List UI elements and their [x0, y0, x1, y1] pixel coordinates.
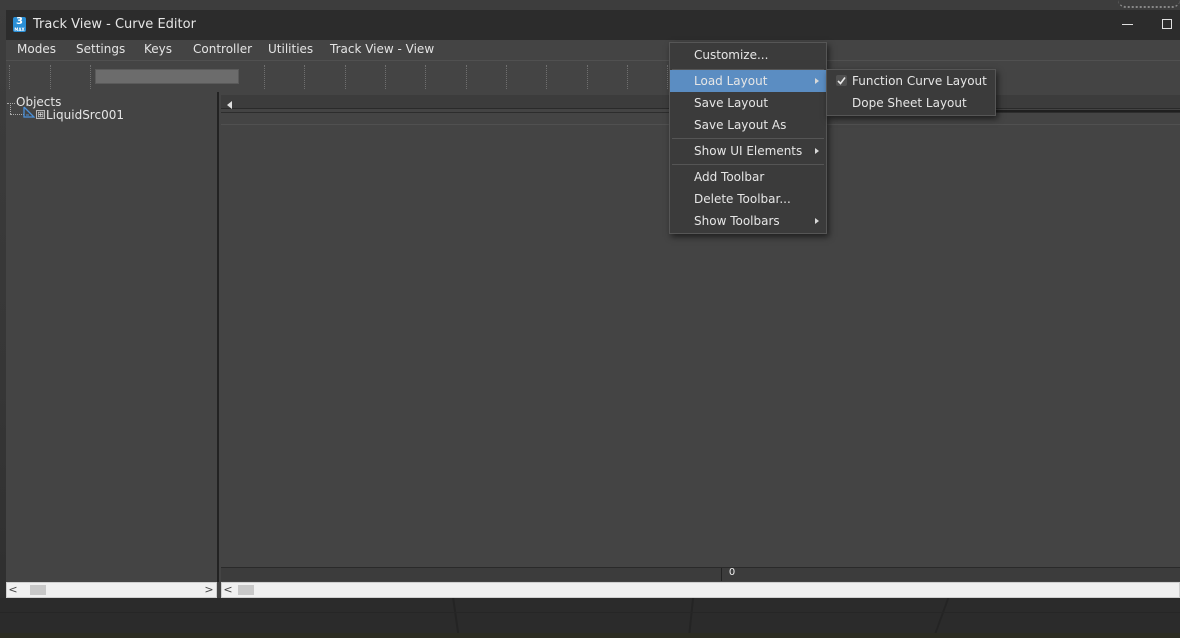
- scroll-left-icon[interactable]: <: [7, 583, 19, 597]
- collapse-arrow-icon[interactable]: [227, 101, 232, 109]
- app-logo-subtext: MAX: [14, 27, 25, 32]
- menu-item-label: Show UI Elements: [694, 144, 803, 158]
- minimize-icon[interactable]: [1118, 14, 1138, 34]
- menu-item-label: Save Layout As: [694, 118, 787, 132]
- toolbar-separator[interactable]: [304, 65, 305, 89]
- viewport-floor: [0, 598, 1180, 638]
- menu-item-label: Load Layout: [694, 74, 768, 88]
- submenu-arrow-icon: [815, 218, 819, 224]
- maximize-icon[interactable]: [1156, 14, 1176, 34]
- curve-horizontal-scrollbar[interactable]: <: [221, 582, 1180, 598]
- menu-utilities[interactable]: Utilities: [268, 42, 313, 56]
- toolbar-separator[interactable]: [9, 65, 10, 89]
- toolbar-separator[interactable]: [385, 65, 386, 89]
- toolbar-separator[interactable]: [425, 65, 426, 89]
- controller-window: Objects ⊞ LiquidSrc001: [6, 92, 218, 582]
- menu-modes[interactable]: Modes: [17, 42, 56, 56]
- track-view-window: 3 MAX Track View - Curve Editor Modes Se…: [6, 10, 1180, 598]
- scroll-thumb[interactable]: [30, 585, 46, 595]
- app-logo-number: 3: [16, 16, 23, 27]
- menu-item-label: Add Toolbar: [694, 170, 765, 184]
- toolbar-separator[interactable]: [345, 65, 346, 89]
- menu-item-show-ui-elements[interactable]: Show UI Elements: [670, 140, 826, 162]
- toolbar-separator[interactable]: [506, 65, 507, 89]
- toolbar-separator[interactable]: [667, 65, 668, 89]
- tree-item-liquidsrc[interactable]: LiquidSrc001: [46, 108, 124, 122]
- app-logo-icon: 3 MAX: [13, 17, 26, 32]
- tree-connector: [10, 114, 24, 115]
- window-title: Track View - Curve Editor: [33, 17, 196, 32]
- submenu-item-label: Dope Sheet Layout: [852, 96, 967, 110]
- menu-bar: Modes Settings Keys Controller Utilities…: [6, 40, 1180, 60]
- load-layout-submenu: Function Curve Layout Dope Sheet Layout: [826, 69, 996, 116]
- time-ruler[interactable]: 0: [221, 567, 1180, 581]
- submenu-item-label: Function Curve Layout: [852, 74, 987, 88]
- menu-item-customize[interactable]: Customize...: [670, 44, 826, 66]
- viewport-grid-line: [0, 612, 1180, 613]
- scroll-right-icon[interactable]: >: [203, 583, 215, 597]
- checkmark-icon: [836, 75, 847, 86]
- menu-item-delete-toolbar[interactable]: Delete Toolbar...: [670, 188, 826, 210]
- expand-icon[interactable]: ⊞: [36, 110, 45, 119]
- toolbar-separator[interactable]: [587, 65, 588, 89]
- submenu-arrow-icon: [815, 148, 819, 154]
- submenu-item-dope-sheet-layout[interactable]: Dope Sheet Layout: [827, 92, 995, 114]
- menu-item-save-layout-as[interactable]: Save Layout As: [670, 114, 826, 136]
- menu-controller[interactable]: Controller: [193, 42, 252, 56]
- time-ruler-label: 0: [728, 567, 736, 578]
- menu-item-label: Show Toolbars: [694, 214, 780, 228]
- toolbar-input-field[interactable]: [95, 69, 239, 84]
- context-menu: Customize... Load Layout Save Layout Sav…: [669, 42, 827, 234]
- title-bar: 3 MAX Track View - Curve Editor: [6, 10, 1180, 40]
- menu-item-label: Save Layout: [694, 96, 769, 110]
- toolbar-separator[interactable]: [50, 65, 51, 89]
- menu-settings[interactable]: Settings: [76, 42, 125, 56]
- menu-item-add-toolbar[interactable]: Add Toolbar: [670, 166, 826, 188]
- toolbar-separator[interactable]: [546, 65, 547, 89]
- object-node-icon: [23, 106, 35, 118]
- menu-item-show-toolbars[interactable]: Show Toolbars: [670, 210, 826, 232]
- menu-separator: [672, 164, 824, 165]
- menu-track-view-view[interactable]: Track View - View: [330, 42, 434, 56]
- tree-connector: [7, 103, 15, 104]
- submenu-arrow-icon: [815, 78, 819, 84]
- menu-item-label: Delete Toolbar...: [694, 192, 791, 206]
- time-ruler-tick: [721, 568, 722, 581]
- viewport-edge: [0, 633, 1180, 638]
- toolbar-separator[interactable]: [466, 65, 467, 89]
- scroll-left-icon[interactable]: <: [222, 583, 234, 597]
- scroll-thumb[interactable]: [238, 585, 254, 595]
- toolbar-separator[interactable]: [264, 65, 265, 89]
- toolbar-separator[interactable]: [90, 65, 91, 89]
- left-horizontal-scrollbar[interactable]: < >: [6, 582, 217, 598]
- menu-item-load-layout[interactable]: Load Layout: [670, 70, 826, 92]
- menu-item-save-layout[interactable]: Save Layout: [670, 92, 826, 114]
- tree-connector: [10, 105, 11, 114]
- menu-separator: [672, 138, 824, 139]
- menu-keys[interactable]: Keys: [144, 42, 172, 56]
- toolbar: [6, 60, 1180, 93]
- menu-item-label: Customize...: [694, 48, 769, 62]
- viewport-gizmo: [1118, 0, 1180, 8]
- toolbar-separator[interactable]: [627, 65, 628, 89]
- panel-divider[interactable]: [217, 92, 219, 582]
- submenu-item-function-curve-layout[interactable]: Function Curve Layout: [827, 70, 995, 92]
